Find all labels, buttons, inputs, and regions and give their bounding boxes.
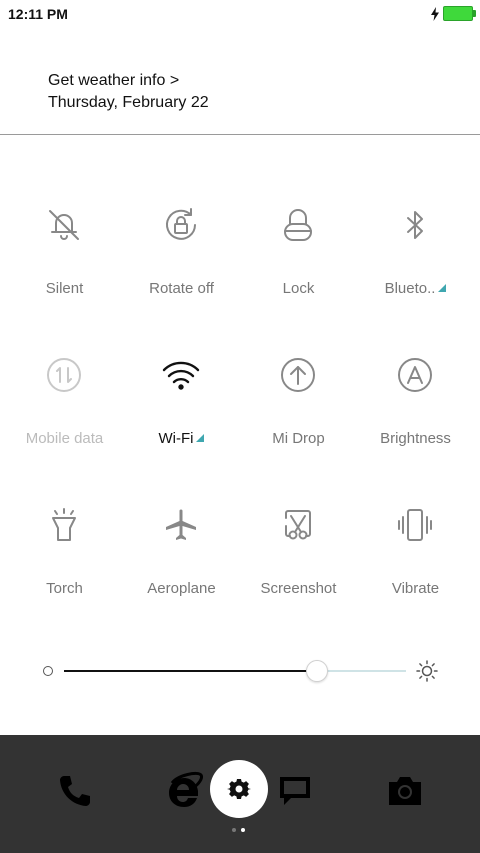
status-icons <box>430 6 476 21</box>
toggle-vibrate[interactable]: Vibrate <box>357 505 474 615</box>
toggle-aeroplane-label: Aeroplane <box>147 580 216 597</box>
weather-widget[interactable]: Get weather info > Thursday, February 22 <box>48 70 209 114</box>
wifi-menu-indicator <box>196 434 205 442</box>
mobile-data-icon <box>44 355 84 395</box>
toggle-torch[interactable]: Torch <box>6 505 123 615</box>
app-dock <box>0 735 480 853</box>
settings-button[interactable] <box>210 760 268 818</box>
toggle-bluetooth[interactable]: Blueto.. <box>357 205 474 315</box>
toggle-silent-label: Silent <box>45 280 84 297</box>
status-time: 12:11 PM <box>8 6 68 22</box>
toggle-screenshot-label: Screenshot <box>260 580 337 597</box>
toggle-mi-drop-label: Mi Drop <box>272 430 325 447</box>
brightness-thumb[interactable] <box>306 660 328 682</box>
charging-icon <box>431 6 439 21</box>
brightness-max-icon <box>416 660 438 682</box>
toggle-wifi[interactable]: Wi-Fi <box>123 355 240 465</box>
toggle-brightness-label: Brightness <box>380 430 451 447</box>
toggle-mobile-data[interactable]: Mobile data <box>6 355 123 465</box>
page-dot-1[interactable] <box>232 828 236 832</box>
page-indicator <box>232 828 245 832</box>
browser-icon[interactable] <box>164 771 204 811</box>
toggle-bluetooth-label: Blueto.. <box>357 280 474 297</box>
date-text: Thursday, February 22 <box>48 94 209 111</box>
bluetooth-icon <box>395 205 435 245</box>
settings-icon <box>227 779 251 799</box>
toggle-lock[interactable]: Lock <box>240 205 357 315</box>
brightness-slider[interactable] <box>42 660 442 682</box>
bluetooth-menu-indicator <box>438 284 447 292</box>
toggle-torch-label: Torch <box>46 580 83 597</box>
scissors-icon <box>278 505 318 545</box>
messages-icon[interactable] <box>275 771 315 811</box>
toggle-screenshot[interactable]: Screenshot <box>240 505 357 615</box>
phone-icon[interactable] <box>55 771 95 811</box>
lock-icon <box>278 205 318 245</box>
toggle-lock-label: Lock <box>282 280 315 297</box>
battery-icon <box>443 6 476 21</box>
wifi-icon <box>161 355 201 395</box>
toggle-vibrate-label: Vibrate <box>391 580 440 597</box>
vibrate-icon <box>395 505 435 545</box>
page-dot-2[interactable] <box>241 828 245 832</box>
toggle-wifi-label: Wi-Fi <box>123 430 240 447</box>
airplane-icon <box>161 505 201 545</box>
weather-link[interactable]: Get weather info > <box>48 70 209 92</box>
toggle-silent[interactable]: Silent <box>6 205 123 315</box>
bell-off-icon <box>44 205 84 245</box>
rotation-lock-icon <box>161 205 201 245</box>
toggle-mobile-data-label: Mobile data <box>25 430 104 447</box>
auto-brightness-icon <box>395 355 435 395</box>
brightness-track-empty[interactable] <box>316 670 406 672</box>
brightness-min-icon <box>43 666 53 676</box>
camera-icon[interactable] <box>385 771 425 811</box>
brightness-track-fill[interactable] <box>64 670 316 672</box>
toggle-rotate[interactable]: Rotate off <box>123 205 240 315</box>
upload-arrow-icon <box>278 355 318 395</box>
divider <box>0 134 480 135</box>
toggle-mi-drop[interactable]: Mi Drop <box>240 355 357 465</box>
toggle-rotate-label: Rotate off <box>149 280 214 297</box>
status-bar: 12:11 PM <box>0 0 480 28</box>
flashlight-icon <box>44 505 84 545</box>
toggle-brightness[interactable]: Brightness <box>357 355 474 465</box>
toggle-aeroplane[interactable]: Aeroplane <box>123 505 240 615</box>
